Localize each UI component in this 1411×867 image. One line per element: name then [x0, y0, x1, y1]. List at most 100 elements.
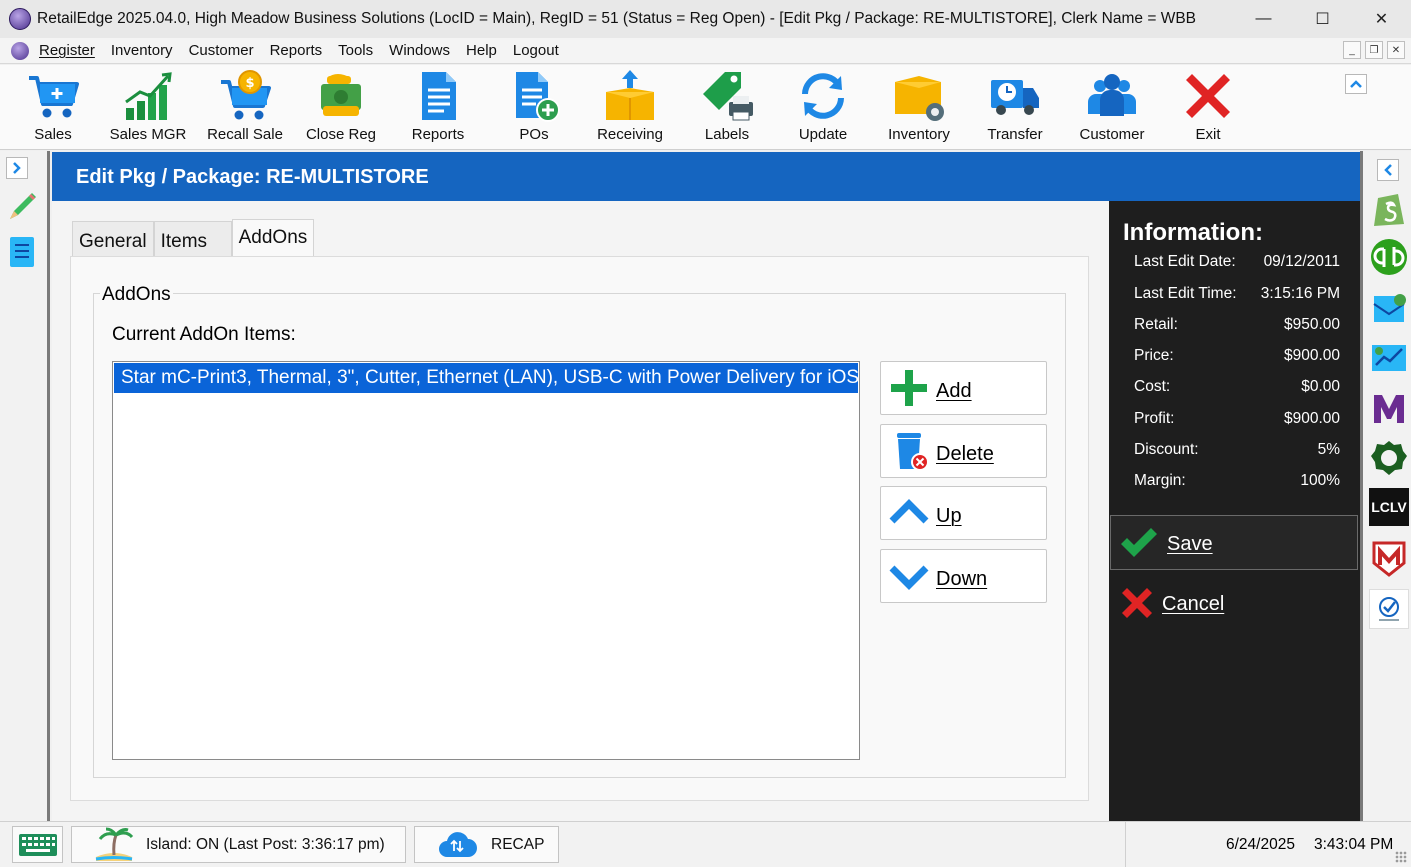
resize-grip[interactable]: [1395, 851, 1407, 863]
toolbar-close-reg-label: Close Reg: [305, 126, 377, 143]
report-document-icon: [410, 68, 466, 124]
toolbar-reports-label: Reports: [411, 126, 465, 143]
mdi-restore-button[interactable]: ❐: [1365, 41, 1383, 59]
menu-reports[interactable]: Reports: [270, 42, 323, 59]
tab-strip: General Items AddOns: [72, 219, 315, 257]
toolbar-inventory-label: Inventory: [888, 126, 950, 143]
right-collapse-button[interactable]: [1377, 159, 1399, 181]
addons-group-title: AddOns: [100, 284, 173, 306]
info-row-cost: Cost: $0.00: [1134, 378, 1340, 396]
toolbar-pos-button[interactable]: POs: [486, 68, 582, 148]
chevron-right-icon: [13, 162, 21, 174]
info-row-profit: Profit: $900.00: [1134, 410, 1340, 428]
info-label: Cost:: [1134, 378, 1171, 395]
trash-delete-icon: [889, 431, 929, 471]
toolbar-transfer-button[interactable]: Transfer: [967, 68, 1063, 148]
window-title: RetailEdge 2025.04.0, High Meadow Busine…: [37, 10, 1196, 27]
add-button-label: Add: [936, 379, 972, 402]
info-row-price: Price: $900.00: [1134, 347, 1340, 365]
menu-inventory[interactable]: Inventory: [111, 42, 173, 59]
mdi-close-button[interactable]: ✕: [1387, 41, 1405, 59]
add-button[interactable]: Add: [880, 361, 1047, 415]
cancel-button[interactable]: Cancel: [1110, 575, 1358, 630]
m-shield-icon[interactable]: [1369, 538, 1409, 578]
toolbar-sales-button[interactable]: Sales: [5, 68, 101, 148]
checkmark-badge-icon[interactable]: [1369, 589, 1409, 629]
toolbar-close-reg-button[interactable]: Close Reg: [293, 68, 389, 148]
toolbar-inventory-button[interactable]: Inventory: [871, 68, 967, 148]
cancel-button-label: Cancel: [1162, 593, 1225, 615]
menu-help[interactable]: Help: [466, 42, 497, 59]
addons-groupbox: AddOns Current AddOn Items: Star mC-Prin…: [93, 284, 1066, 778]
growth-chart-icon: [120, 68, 176, 124]
toolbar-recall-sale-button[interactable]: $ Recall Sale: [197, 68, 293, 148]
minimize-button[interactable]: —: [1234, 0, 1293, 38]
document-list-icon[interactable]: [8, 235, 36, 274]
delete-button[interactable]: Delete: [880, 424, 1047, 478]
info-row-last-edit-date: Last Edit Date: 09/12/2011: [1134, 253, 1340, 271]
keyboard-button[interactable]: [12, 826, 63, 863]
up-button[interactable]: Up: [880, 486, 1047, 540]
app-logo-icon: [9, 8, 31, 30]
recap-button[interactable]: RECAP: [414, 826, 559, 863]
down-button-label: Down: [936, 567, 988, 590]
info-label: Last Edit Time:: [1134, 285, 1237, 302]
sales-chart-icon[interactable]: [1369, 338, 1409, 378]
status-datetime: 6/24/2025 3:43:04 PM: [1125, 822, 1411, 867]
current-addons-label: Current AddOn Items:: [112, 324, 296, 345]
tab-general[interactable]: General: [72, 221, 154, 257]
menu-register[interactable]: Register: [39, 42, 95, 59]
toolbar-customer-label: Customer: [1079, 126, 1145, 143]
toolbar-labels-label: Labels: [704, 126, 750, 143]
toolbar-customer-button[interactable]: Customer: [1064, 68, 1160, 148]
chevron-left-icon: [1384, 164, 1392, 176]
maximize-button[interactable]: ☐: [1293, 0, 1352, 38]
island-icon: [95, 827, 134, 861]
toolbar-reports-button[interactable]: Reports: [390, 68, 486, 148]
status-bar: Island: ON (Last Post: 3:36:17 pm) RECAP…: [0, 821, 1411, 867]
m-logo-icon[interactable]: [1369, 388, 1409, 428]
pencil-icon[interactable]: [6, 189, 38, 228]
left-expand-button[interactable]: [6, 157, 28, 179]
toolbar-sales-mgr-button[interactable]: Sales MGR: [100, 68, 196, 148]
mdi-minimize-button[interactable]: _: [1343, 41, 1361, 59]
island-status-text: Island: ON (Last Post: 3:36:17 pm): [146, 835, 385, 853]
tab-addons[interactable]: AddOns: [231, 219, 315, 256]
title-bar: RetailEdge 2025.04.0, High Meadow Busine…: [0, 0, 1411, 38]
toolbar-exit-button[interactable]: Exit: [1160, 68, 1256, 148]
toolbar-update-label: Update: [798, 126, 848, 143]
keyboard-icon: [18, 833, 57, 856]
toolbar-collapse-button[interactable]: [1345, 74, 1367, 94]
gear-settings-icon[interactable]: [1369, 438, 1409, 478]
plus-icon: [889, 368, 929, 408]
island-status[interactable]: Island: ON (Last Post: 3:36:17 pm): [71, 826, 406, 863]
toolbar-receiving-button[interactable]: Receiving: [582, 68, 678, 148]
close-button[interactable]: ✕: [1352, 0, 1411, 38]
document-add-icon: [506, 68, 562, 124]
list-item[interactable]: Star mC-Print3, Thermal, 3", Cutter, Eth…: [114, 363, 858, 393]
main-toolbar: Sales Sales MGR $ Recall Sale Close Reg …: [0, 65, 1411, 150]
menu-customer[interactable]: Customer: [189, 42, 254, 59]
menu-tools[interactable]: Tools: [338, 42, 373, 59]
mdi-child-icon[interactable]: [11, 41, 29, 60]
info-row-margin: Margin: 100%: [1134, 472, 1340, 490]
addons-listbox[interactable]: Star mC-Print3, Thermal, 3", Cutter, Eth…: [112, 361, 860, 760]
chevron-up-icon: [889, 493, 929, 533]
information-panel: Information: Last Edit Date: 09/12/2011 L…: [1109, 201, 1360, 821]
toolbar-update-button[interactable]: Update: [775, 68, 871, 148]
tab-items[interactable]: Items: [153, 221, 232, 257]
shopify-icon[interactable]: [1369, 189, 1409, 229]
status-time: 3:43:04 PM: [1314, 836, 1394, 853]
menu-logout[interactable]: Logout: [513, 42, 559, 59]
info-label: Retail:: [1134, 316, 1178, 333]
menu-windows[interactable]: Windows: [389, 42, 450, 59]
info-value: $950.00: [1283, 316, 1340, 333]
quickbooks-icon[interactable]: [1369, 237, 1409, 277]
info-row-last-edit-time: Last Edit Time: 3:15:16 PM: [1134, 285, 1340, 303]
save-button[interactable]: Save: [1110, 515, 1358, 570]
toolbar-labels-button[interactable]: Labels: [679, 68, 775, 148]
lclv-icon[interactable]: LCLV: [1369, 488, 1409, 526]
email-marketing-icon[interactable]: [1369, 289, 1409, 329]
down-button[interactable]: Down: [880, 549, 1047, 603]
recap-label: RECAP: [491, 835, 545, 853]
